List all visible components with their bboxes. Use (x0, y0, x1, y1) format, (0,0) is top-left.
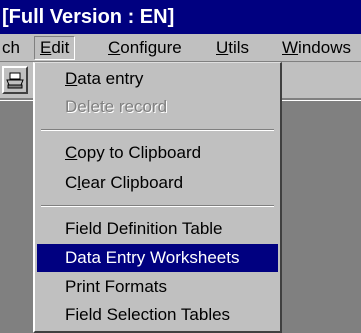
menu-utils-mnemonic: U (216, 38, 229, 57)
copy-clipboard-mnemonic: C (65, 143, 78, 162)
menu-item-field-definition-table[interactable]: Field Definition Table (37, 215, 278, 243)
printer-icon (6, 72, 24, 89)
menu-item-field-selection-tables[interactable]: Field Selection Tables (37, 301, 278, 329)
menu-configure[interactable]: Configure (108, 37, 182, 59)
menu-item-data-entry[interactable]: Data entry (37, 65, 278, 93)
menu-separator (41, 129, 274, 131)
app-window: [Full Version : EN] ch Edit Configure Ut… (0, 0, 361, 333)
clear-clipboard-label: ear Clipboard (81, 173, 184, 192)
menu-edit-mnemonic: E (40, 38, 52, 57)
menu-item-data-entry-worksheets[interactable]: Data Entry Worksheets (37, 244, 278, 272)
copy-clipboard-label: opy to Clipboard (77, 143, 202, 162)
menu-windows-label: indows (298, 38, 351, 57)
menu-edit[interactable]: Edit (34, 36, 76, 60)
menu-search-partial[interactable]: ch (2, 37, 20, 59)
menu-windows-mnemonic: W (282, 38, 299, 57)
menu-configure-label: onfigure (120, 38, 182, 57)
data-entry-mnemonic: D (65, 69, 78, 88)
clear-clipboard-prefix: C (65, 173, 78, 192)
print-button[interactable] (2, 66, 28, 94)
menu-separator (41, 205, 274, 207)
menu-configure-mnemonic: C (108, 38, 121, 57)
menu-item-delete-record: Delete record (65, 97, 168, 116)
data-entry-label: ata entry (77, 69, 144, 88)
menu-item-clear-clipboard[interactable]: Clear Clipboard (37, 169, 278, 197)
window-title: [Full Version : EN] (0, 0, 361, 34)
menu-item-copy-to-clipboard[interactable]: Copy to Clipboard (37, 139, 278, 167)
menu-utils-label: tils (228, 38, 250, 57)
menu-utils[interactable]: Utils (216, 37, 249, 59)
menu-windows[interactable]: Windows (282, 37, 351, 59)
menu-edit-label: dit (51, 38, 70, 57)
menu-item-print-formats[interactable]: Print Formats (37, 273, 278, 301)
edit-menu-dropdown: Data entry Delete record Copy to Clipboa… (33, 62, 282, 333)
menu-bar: ch Edit Configure Utils Windows (0, 34, 361, 62)
